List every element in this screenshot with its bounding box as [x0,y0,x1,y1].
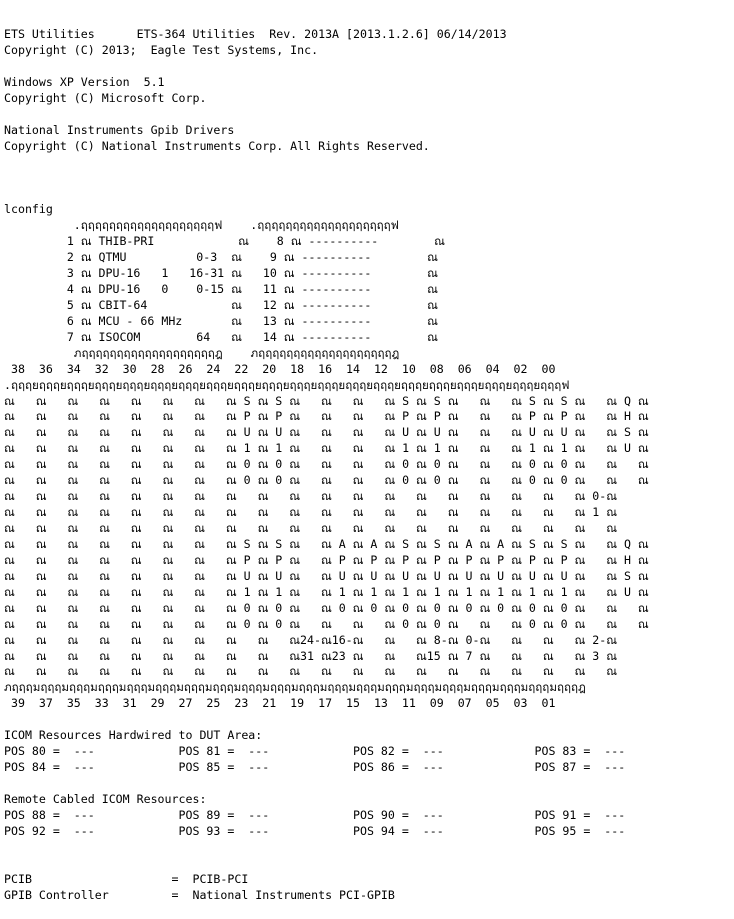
spacer-5 [4,186,734,202]
matrix-body-row: ณ ณ ณ ณ ณ ณ ณ ณ ณ ณ ณ ณ ณ ณ ณ ณ ณ ณ ณ 0-… [4,489,617,504]
slot-row-left: 1 ณ THIB-PRI ณ [4,234,249,249]
slot-row-right: 12 ณ ---------- ณ [241,297,438,312]
icom-hardwired-row: POS 84 = --- POS 85 = --- POS 86 = --- P… [4,760,626,775]
app-copyright-line: Copyright (C) 2013; Eagle Test Systems, … [4,42,319,57]
slot-table-bottom-border-right: ภฤฤฤฤฤฤฤฤฤฤฤฤฤฤฤฤฤฤฤฎ [222,345,400,360]
slot-table-row: 1 ณ THIB-PRI ณ 8 ณ ---------- ณ [4,234,734,250]
slot-table-top-border-right: .ฤฤฤฤฤฤฤฤฤฤฤฤฤฤฤฤฤฤฤฟ [222,218,399,233]
matrix-odd-column-numbers: 39 37 35 33 31 29 27 25 23 21 19 17 15 1… [4,696,556,711]
slot-table-row: 4 ณ DPU-16 0 0-15 ณ 11 ณ ---------- ณ [4,282,734,298]
icom-remote-row: POS 92 = --- POS 93 = --- POS 94 = --- P… [4,823,626,838]
slot-table-row: 5 ณ CBIT-64 ณ 12 ณ ---------- ณ [4,298,734,314]
gpib-drivers-line: National Instruments Gpib Drivers [4,122,235,137]
slot-row-right: 13 ณ ---------- ณ [241,313,438,328]
slot-row-left: 4 ณ DPU-16 0 0-15 ณ [4,281,242,296]
slot-table-top-border-left: .ฤฤฤฤฤฤฤฤฤฤฤฤฤฤฤฤฤฤฤฟ [4,218,223,233]
app-title-line: ETS Utilities ETS-364 Utilities Rev. 201… [4,26,507,41]
spacer-2 [4,107,734,123]
slot-row-left: 7 ณ ISOCOM 64 ณ [4,329,242,344]
matrix-body-row: ณ ณ ณ ณ ณ ณ ณ ณ U ณ U ณ ณ ณ ณ U ณ U ณ ณ … [4,425,649,440]
slot-table-row: 2 ณ QTMU 0-3 ณ 9 ณ ---------- ณ [4,250,734,266]
slot-row-right: 10 ณ ---------- ณ [241,266,438,281]
spacer-7 [4,776,734,792]
matrix-body-row: ณ ณ ณ ณ ณ ณ ณ ณ 1 ณ 1 ณ ณ ณ ณ 1 ณ 1 ณ ณ … [4,441,649,456]
matrix-body-row: ณ ณ ณ ณ ณ ณ ณ ณ P ณ P ณ ณ ณ ณ P ณ P ณ ณ … [4,409,649,424]
slot-row-right: 11 ณ ---------- ณ [241,281,438,296]
matrix-body-row: ณ ณ ณ ณ ณ ณ ณ ณ ณ ณ31 ณ23 ณ ณ ณ15 ณ 7 ณ … [4,648,617,663]
slot-table-top-border: .ฤฤฤฤฤฤฤฤฤฤฤฤฤฤฤฤฤฤฤฟ .ฤฤฤฤฤฤฤฤฤฤฤฤฤฤฤฤฤ… [4,218,734,234]
slot-table-bottom-border: ภฤฤฤฤฤฤฤฤฤฤฤฤฤฤฤฤฤฤฤฎ ภฤฤฤฤฤฤฤฤฤฤฤฤฤฤฤฤฤ… [4,346,734,362]
spacer-3 [4,154,734,170]
matrix-body-row: ณ ณ ณ ณ ณ ณ ณ ณ S ณ S ณ ณ ณ ณ S ณ S ณ ณ … [4,393,649,408]
slot-row-left: 3 ณ DPU-16 1 16-31 ณ [4,266,242,281]
matrix-body-row: ณ ณ ณ ณ ณ ณ ณ ณ 1 ณ 1 ณ ณ 1 ณ 1 ณ 1 ณ 1 … [4,584,649,599]
pcib-line: PCIB = PCIB-PCI [4,871,249,886]
icom-hardwired-heading: ICOM Resources Hardwired to DUT Area: [4,728,263,743]
slot-row-right: 14 ณ ---------- ณ [241,329,438,344]
slot-table-row: 3 ณ DPU-16 1 16-31 ณ 10 ณ ---------- ณ [4,266,734,282]
matrix-even-column-numbers: 38 36 34 32 30 28 26 24 22 20 18 16 14 1… [4,361,556,376]
spacer-9 [4,856,734,872]
slot-row-right: 9 ณ ---------- ณ [241,250,438,265]
gpib-controller-line: GPIB Controller = National Instruments P… [4,887,395,902]
spacer-4 [4,170,734,186]
matrix-body-row: ณ ณ ณ ณ ณ ณ ณ ณ ณ ณ ณ ณ ณ ณ ณ ณ ณ ณ ณ ณ [4,664,617,679]
matrix-body-row: ณ ณ ณ ณ ณ ณ ณ ณ ณ ณ24-ณ16-ณ ณ ณ 8-ณ 0-ณ … [4,632,617,647]
icom-remote-heading: Remote Cabled ICOM Resources: [4,791,207,806]
matrix-body-row: ณ ณ ณ ณ ณ ณ ณ ณ U ณ U ณ ณ U ณ U ณ U ณ U … [4,568,649,583]
slot-row-left: 2 ณ QTMU 0-3 ณ [4,250,242,265]
matrix-top-rule: .ฤฤฤยฤฤฤยฤฤฤยฤฤฤยฤฤฤยฤฤฤยฤฤฤยฤฤฤยฤฤฤยฤฤฤ… [4,377,570,392]
slot-row-left: 6 ณ MCU - 66 MHz ณ [4,313,242,328]
icom-hardwired-row: POS 80 = --- POS 81 = --- POS 82 = --- P… [4,744,626,759]
os-version-line: Windows XP Version 5.1 [4,74,165,89]
slot-row-right: 8 ณ ---------- ณ [248,234,445,249]
console-output-area[interactable]: ETS Utilities ETS-364 Utilities Rev. 201… [0,0,734,902]
slot-table-row: 6 ณ MCU - 66 MHz ณ 13 ณ ---------- ณ [4,314,734,330]
matrix-body-row: ณ ณ ณ ณ ณ ณ ณ ณ 0 ณ 0 ณ ณ 0 ณ 0 ณ 0 ณ 0 … [4,600,649,615]
slot-table-bottom-border-left: ภฤฤฤฤฤฤฤฤฤฤฤฤฤฤฤฤฤฤฤฎ [4,345,223,360]
slot-row-left: 5 ณ CBIT-64 ณ [4,297,242,312]
matrix-body-row: ณ ณ ณ ณ ณ ณ ณ ณ P ณ P ณ ณ P ณ P ณ P ณ P … [4,552,649,567]
matrix-body-row: ณ ณ ณ ณ ณ ณ ณ ณ 0 ณ 0 ณ ณ ณ ณ 0 ณ 0 ณ ณ … [4,473,649,488]
matrix-bottom-rule: ภฤฤฤมฤฤฤมฤฤฤมฤฤฤมฤฤฤมฤฤฤมฤฤฤมฤฤฤมฤฤฤมฤฤฤ… [4,680,586,695]
icom-remote-row: POS 88 = --- POS 89 = --- POS 90 = --- P… [4,807,626,822]
matrix-body-row: ณ ณ ณ ณ ณ ณ ณ ณ ณ ณ ณ ณ ณ ณ ณ ณ ณ ณ ณ ณ [4,521,617,536]
slot-table-row: 7 ณ ISOCOM 64 ณ 14 ณ ---------- ณ [4,330,734,346]
matrix-body-row: ณ ณ ณ ณ ณ ณ ณ ณ ณ ณ ณ ณ ณ ณ ณ ณ ณ ณ ณ 1 … [4,505,617,520]
spacer-6 [4,712,734,728]
matrix-body-row: ณ ณ ณ ณ ณ ณ ณ ณ 0 ณ 0 ณ ณ ณ ณ 0 ณ 0 ณ ณ … [4,457,649,472]
os-copyright-line: Copyright (C) Microsoft Corp. [4,90,207,105]
spacer-8 [4,840,734,856]
matrix-body-row: ณ ณ ณ ณ ณ ณ ณ ณ S ณ S ณ ณ A ณ A ณ S ณ S … [4,536,649,551]
spacer-1 [4,59,734,75]
gpib-copyright-line: Copyright (C) National Instruments Corp.… [4,138,430,153]
command-lconfig[interactable]: lconfig [4,202,734,218]
matrix-body-row: ณ ณ ณ ณ ณ ณ ณ ณ 0 ณ 0 ณ ณ ณ ณ 0 ณ 0 ณ ณ … [4,616,649,631]
